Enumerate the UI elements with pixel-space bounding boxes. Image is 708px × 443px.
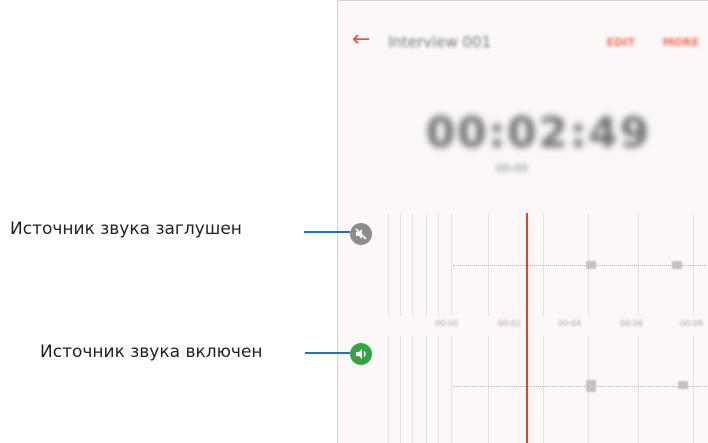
timeline-tick: 00:06 bbox=[620, 319, 644, 328]
waveform-peak bbox=[586, 261, 596, 269]
leader-line-on bbox=[305, 352, 350, 354]
timeline-tick: 00:00 bbox=[435, 319, 459, 328]
playhead[interactable] bbox=[526, 213, 528, 443]
more-button[interactable]: MORE bbox=[663, 36, 699, 49]
waveform-peak bbox=[678, 381, 688, 389]
timeline-tick: 00:08 bbox=[680, 319, 704, 328]
timeline-tick: 00:04 bbox=[558, 319, 582, 328]
timeline-ticks: 00:00 00:02 00:04 00:06 00:08 bbox=[338, 319, 708, 333]
waveform-peak bbox=[586, 380, 596, 392]
elapsed-timer: 00:02:49 bbox=[426, 108, 651, 157]
edit-button[interactable]: EDIT bbox=[607, 36, 635, 49]
total-time: 00:00 bbox=[496, 162, 528, 175]
waveform-peak bbox=[672, 261, 682, 269]
speaker-muted-icon[interactable] bbox=[350, 223, 372, 245]
callout-muted-label: Источник звука заглушен bbox=[10, 219, 242, 239]
leader-line-muted bbox=[304, 231, 350, 233]
timeline-tick: 00:02 bbox=[498, 319, 522, 328]
audio-track-muted[interactable] bbox=[338, 213, 708, 316]
waveform bbox=[453, 386, 708, 388]
recording-title: Interview 001 bbox=[388, 33, 492, 51]
callout-on-label: Источник звука включен bbox=[40, 342, 263, 362]
audio-track-on[interactable] bbox=[338, 336, 708, 443]
voice-recorder-screen: ← Interview 001 EDIT MORE 00:02:49 00:00… bbox=[337, 0, 708, 443]
app-bar: ← Interview 001 EDIT MORE bbox=[338, 1, 708, 81]
waveform bbox=[453, 265, 708, 267]
speaker-on-icon[interactable] bbox=[350, 343, 372, 365]
back-arrow-icon[interactable]: ← bbox=[352, 29, 370, 51]
app-bar-actions: EDIT MORE bbox=[583, 36, 699, 49]
